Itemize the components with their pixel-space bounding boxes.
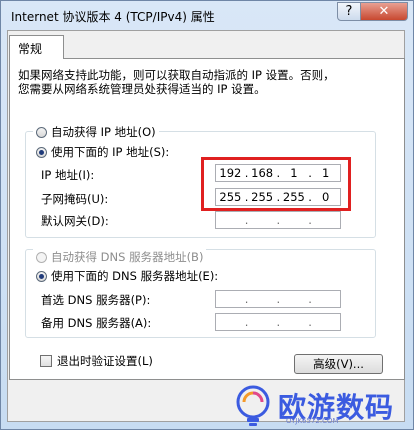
manual-ip-label: 使用下面的 IP 地址(S): bbox=[51, 145, 170, 159]
red-highlight-box bbox=[201, 157, 351, 211]
manual-dns-label: 使用下面的 DNS 服务器地址(E): bbox=[51, 269, 219, 283]
preferred-dns-label: 首选 DNS 服务器(P): bbox=[41, 293, 151, 307]
manual-ip-radio[interactable]: 使用下面的 IP 地址(S): bbox=[33, 144, 173, 160]
description-line: 您需要从网络系统管理员处获得适当的 IP 设置。 bbox=[18, 82, 266, 96]
window-title: Internet 协议版本 4 (TCP/IPv4) 属性 bbox=[11, 10, 215, 24]
alternate-dns-label: 备用 DNS 服务器(A): bbox=[41, 316, 152, 330]
ip-address-label: IP 地址(I): bbox=[41, 168, 95, 182]
manual-dns-radio[interactable]: 使用下面的 DNS 服务器地址(E): bbox=[33, 268, 222, 284]
validate-on-exit-label: 退出时验证设置(L) bbox=[57, 354, 153, 368]
auto-ip-label: 自动获得 IP 地址(O) bbox=[51, 125, 156, 139]
validate-on-exit-checkbox[interactable]: 退出时验证设置(L) bbox=[40, 353, 153, 369]
auto-dns-radio[interactable]: 自动获得 DNS 服务器地址(B) bbox=[33, 249, 207, 265]
close-button[interactable]: ✕ bbox=[360, 2, 408, 21]
radio-icon bbox=[36, 126, 47, 138]
title-bar[interactable]: Internet 协议版本 4 (TCP/IPv4) 属性 ? ✕ bbox=[1, 1, 413, 31]
close-icon: ✕ bbox=[378, 4, 390, 19]
auto-dns-label: 自动获得 DNS 服务器地址(B) bbox=[51, 250, 204, 264]
tab-general[interactable]: 常规 bbox=[9, 35, 64, 59]
radio-icon bbox=[36, 251, 47, 263]
default-gateway-label: 默认网关(D): bbox=[41, 214, 109, 228]
watermark: 欧游数码 OYJK6572.COM bbox=[230, 382, 410, 428]
description-text: 如果网络支持此功能，则可以获取自动指派的 IP 设置。否则， 您需要从网络系统管… bbox=[18, 68, 378, 96]
description-line: 如果网络支持此功能，则可以获取自动指派的 IP 设置。否则， bbox=[18, 68, 335, 82]
radio-selected-icon bbox=[36, 146, 47, 158]
preferred-dns-input[interactable]: . . . bbox=[215, 290, 341, 308]
advanced-button[interactable]: 高级(V)... bbox=[294, 354, 383, 374]
help-button[interactable]: ? bbox=[337, 2, 361, 21]
watermark-subtext: OYJK6572.COM bbox=[286, 417, 339, 425]
help-icon: ? bbox=[345, 4, 353, 19]
subnet-mask-label: 子网掩码(U): bbox=[41, 192, 109, 206]
checkbox-icon bbox=[40, 355, 52, 367]
radio-selected-icon bbox=[36, 270, 47, 282]
default-gateway-input[interactable]: . . . bbox=[215, 211, 341, 229]
auto-ip-radio[interactable]: 自动获得 IP 地址(O) bbox=[33, 124, 159, 140]
alternate-dns-input[interactable]: . . . bbox=[215, 313, 341, 331]
bulb-logo-icon bbox=[236, 385, 270, 426]
